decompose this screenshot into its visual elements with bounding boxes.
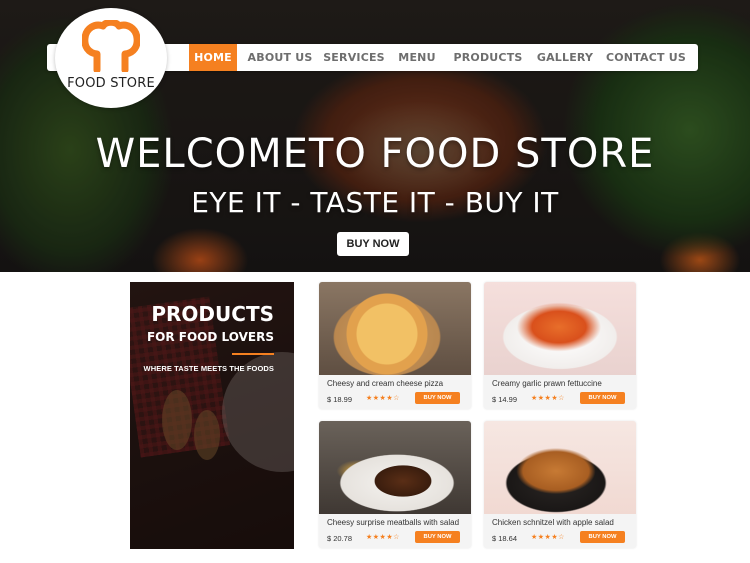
nav-item-gallery[interactable]: GALLERY <box>531 44 599 71</box>
nav-item-services[interactable]: SERVICES <box>323 44 385 71</box>
buy-now-button[interactable]: BUY NOW <box>415 392 460 404</box>
product-name[interactable]: Creamy garlic prawn fettuccine <box>492 379 634 388</box>
hero-buy-now-button[interactable]: BUY NOW <box>337 232 409 256</box>
product-card[interactable]: Cheesy and cream cheese pizza $ 18.99 ★★… <box>319 282 471 409</box>
product-price: $ 18.64 <box>492 534 518 543</box>
product-name[interactable]: Chicken schnitzel with apple salad <box>492 518 634 527</box>
pizza-image[interactable] <box>319 282 471 375</box>
hero-subtitle: EYE IT - TASTE IT - BUY IT <box>191 186 559 219</box>
product-card[interactable]: Creamy garlic prawn fettuccine $ 14.99 ★… <box>484 282 636 409</box>
site-logo[interactable]: FOOD STORE <box>55 8 167 108</box>
buy-now-button[interactable]: BUY NOW <box>415 531 460 543</box>
star-rating-icon: ★★★★☆ <box>531 395 565 402</box>
product-price: $ 14.99 <box>492 395 518 404</box>
product-card[interactable]: Cheesy surprise meatballs with salad $ 2… <box>319 421 471 548</box>
fried-chicken-image[interactable] <box>484 421 636 514</box>
nav-item-home[interactable]: HOME <box>189 44 237 71</box>
nav-item-products[interactable]: PRODUCTS <box>451 44 525 71</box>
nav-item-about-us[interactable]: ABOUT US <box>247 44 313 71</box>
star-rating-icon: ★★★★☆ <box>531 534 565 541</box>
logo-text: FOOD STORE <box>67 76 155 91</box>
product-name[interactable]: Cheesy and cream cheese pizza <box>327 379 469 388</box>
buy-now-button[interactable]: BUY NOW <box>580 392 625 404</box>
products-promo-panel: PRODUCTS FOR FOOD LOVERS WHERE TASTE MEE… <box>130 282 294 549</box>
pasta-image[interactable] <box>484 282 636 375</box>
hero-title: WELCOMETO FOOD STORE <box>95 131 655 177</box>
product-price: $ 20.78 <box>327 534 353 543</box>
product-price: $ 18.99 <box>327 395 353 404</box>
promo-title: PRODUCTS <box>151 302 274 326</box>
steak-image[interactable] <box>319 421 471 514</box>
product-card[interactable]: Chicken schnitzel with apple salad $ 18.… <box>484 421 636 548</box>
star-rating-icon: ★★★★☆ <box>366 395 400 402</box>
promo-divider <box>232 353 274 355</box>
nav-item-menu[interactable]: MENU <box>395 44 439 71</box>
product-name[interactable]: Cheesy surprise meatballs with salad <box>327 518 469 527</box>
star-rating-icon: ★★★★☆ <box>366 534 400 541</box>
nav-item-contact-us[interactable]: CONTACT US <box>603 44 689 71</box>
promo-subtitle: FOR FOOD LOVERS <box>146 330 274 344</box>
buy-now-button[interactable]: BUY NOW <box>580 531 625 543</box>
chef-hat-icon <box>82 20 140 72</box>
promo-tagline: WHERE TASTE MEETS THE FOODS <box>143 364 274 373</box>
